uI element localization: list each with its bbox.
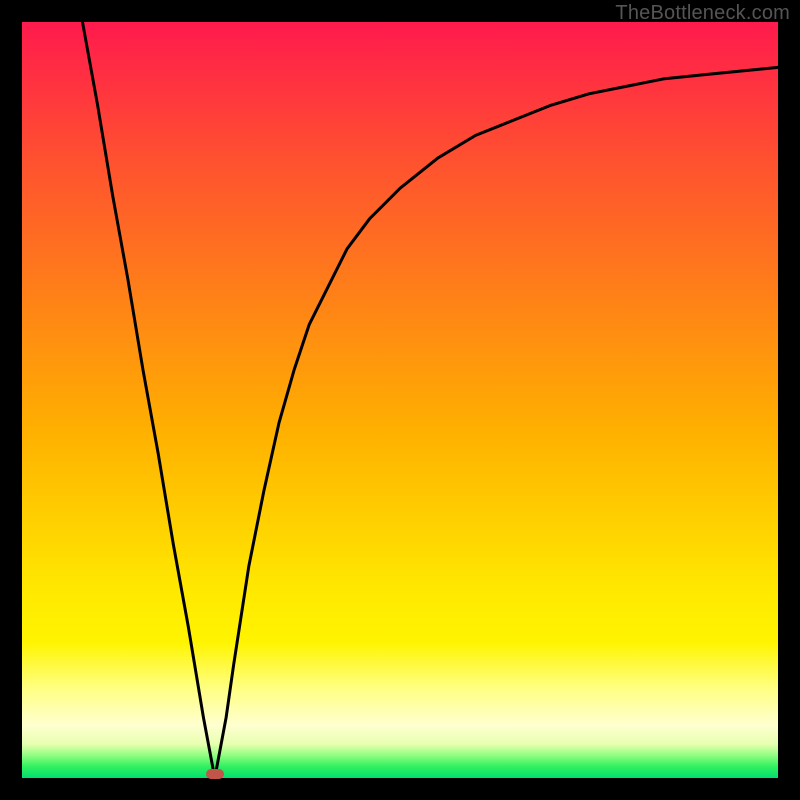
bottleneck-curve <box>22 22 778 778</box>
watermark-text: TheBottleneck.com <box>615 2 790 25</box>
chart-plot-area <box>22 22 778 778</box>
minimum-marker <box>206 769 224 779</box>
